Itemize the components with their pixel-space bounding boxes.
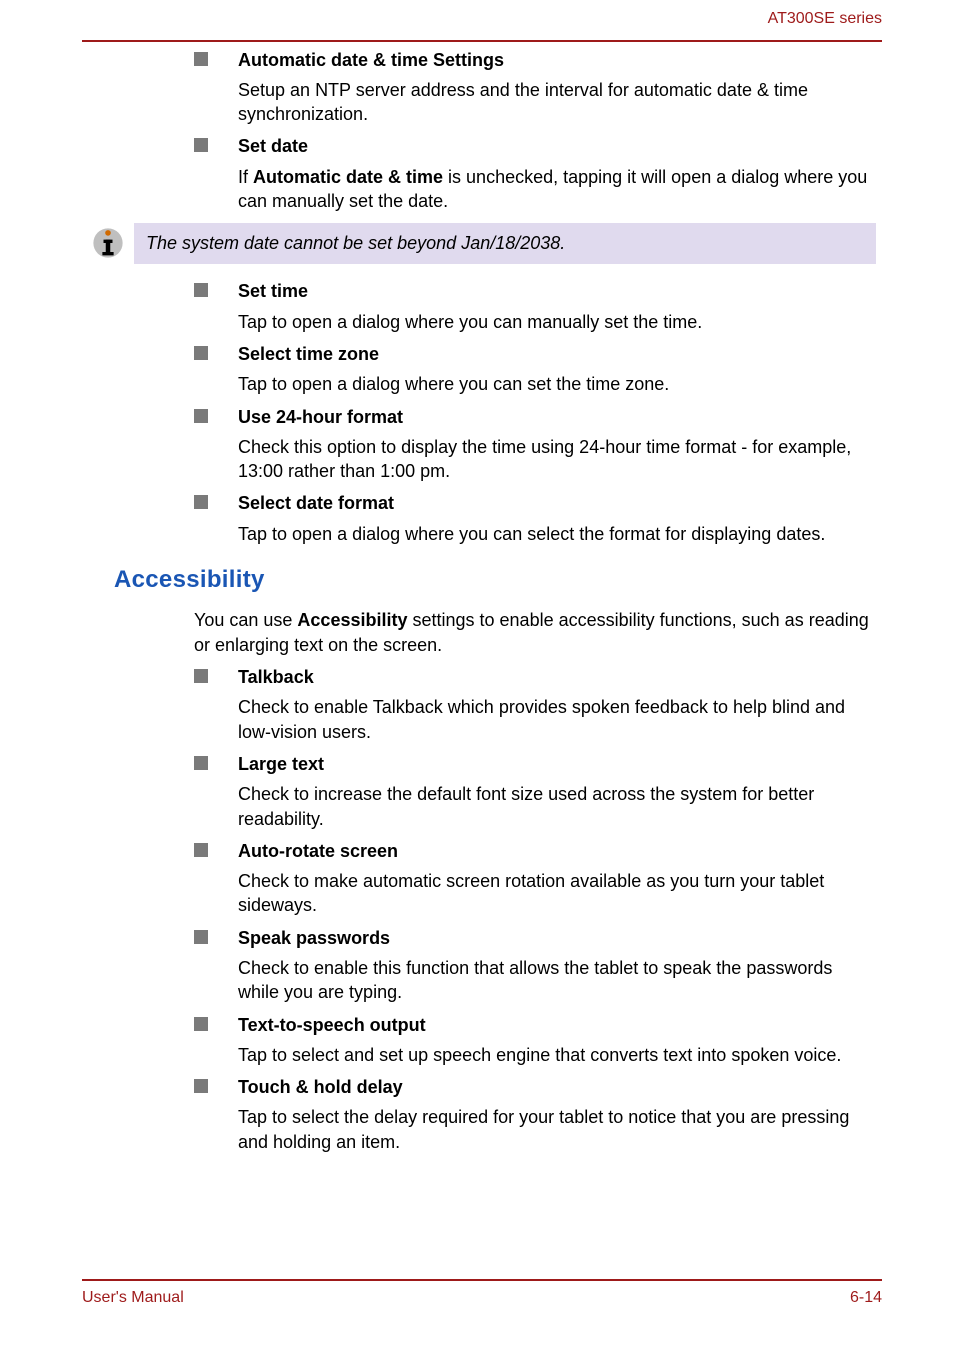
list-item: Text-to-speech output Tap to select and … [194, 1013, 876, 1068]
square-bullet-icon [194, 669, 208, 683]
square-bullet-icon [194, 495, 208, 509]
square-bullet-icon [194, 843, 208, 857]
square-bullet-icon [194, 930, 208, 944]
footer-rule [82, 1279, 882, 1281]
list-item: Large text Check to increase the default… [194, 752, 876, 831]
item-title: Automatic date & time Settings [238, 48, 876, 72]
item-title: Select time zone [238, 342, 876, 366]
list-item: Select time zone Tap to open a dialog wh… [194, 342, 876, 397]
square-bullet-icon [194, 346, 208, 360]
bold-text: Accessibility [297, 610, 407, 630]
item-body: Check to enable Talkback which provides … [238, 695, 876, 744]
list-item: Speak passwords Check to enable this fun… [194, 926, 876, 1005]
content-area: Automatic date & time Settings Setup an … [82, 48, 882, 1154]
item-body: Check this option to display the time us… [238, 435, 876, 484]
header-rule [82, 40, 882, 42]
note-callout: The system date cannot be set beyond Jan… [82, 221, 876, 265]
square-bullet-icon [194, 756, 208, 770]
item-body: Tap to open a dialog where you can manua… [238, 310, 876, 334]
item-body: Tap to open a dialog where you can set t… [238, 372, 876, 396]
note-text: The system date cannot be set beyond Jan… [134, 223, 876, 263]
list-item: Select date format Tap to open a dialog … [194, 491, 876, 546]
list-item: Use 24-hour format Check this option to … [194, 405, 876, 484]
square-bullet-icon [194, 409, 208, 423]
footer-left: User's Manual [82, 1287, 184, 1309]
item-title: Speak passwords [238, 926, 876, 950]
item-title: Set date [238, 134, 876, 158]
item-body: Setup an NTP server address and the inte… [238, 78, 876, 127]
item-body: Tap to open a dialog where you can selec… [238, 522, 876, 546]
section-heading-accessibility: Accessibility [114, 564, 876, 596]
list-item: Set date If Automatic date & time is unc… [194, 134, 876, 213]
item-title: Auto-rotate screen [238, 839, 876, 863]
item-title: Text-to-speech output [238, 1013, 876, 1037]
accessibility-intro: You can use Accessibility settings to en… [194, 608, 876, 657]
square-bullet-icon [194, 52, 208, 66]
header-series: AT300SE series [82, 8, 882, 30]
item-title: Set time [238, 279, 876, 303]
item-title: Large text [238, 752, 876, 776]
list-item: Automatic date & time Settings Setup an … [194, 48, 876, 127]
list-item: Set time Tap to open a dialog where you … [194, 279, 876, 334]
footer: User's Manual 6-14 [82, 1279, 882, 1309]
list-item: Touch & hold delay Tap to select the del… [194, 1075, 876, 1154]
page: AT300SE series Automatic date & time Set… [0, 0, 954, 1345]
item-body: Tap to select and set up speech engine t… [238, 1043, 876, 1067]
text: You can use [194, 610, 297, 630]
square-bullet-icon [194, 138, 208, 152]
item-body: Check to make automatic screen rotation … [238, 869, 876, 918]
text: If [238, 167, 253, 187]
square-bullet-icon [194, 1017, 208, 1031]
list-item: Auto-rotate screen Check to make automat… [194, 839, 876, 918]
square-bullet-icon [194, 283, 208, 297]
info-icon [82, 221, 134, 265]
item-title: Select date format [238, 491, 876, 515]
bold-text: Automatic date & time [253, 167, 443, 187]
item-title: Talkback [238, 665, 876, 689]
item-body: Check to increase the default font size … [238, 782, 876, 831]
footer-page-number: 6-14 [850, 1287, 882, 1309]
item-title: Use 24-hour format [238, 405, 876, 429]
item-body: If Automatic date & time is unchecked, t… [238, 165, 876, 214]
item-title: Touch & hold delay [238, 1075, 876, 1099]
list-item: Talkback Check to enable Talkback which … [194, 665, 876, 744]
square-bullet-icon [194, 1079, 208, 1093]
item-body: Check to enable this function that allow… [238, 956, 876, 1005]
item-body: Tap to select the delay required for you… [238, 1105, 876, 1154]
